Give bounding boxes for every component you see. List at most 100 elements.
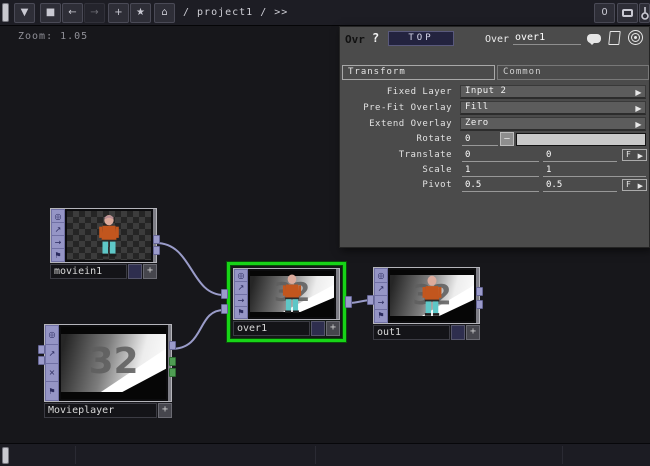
node-color-button[interactable] (128, 264, 142, 279)
bypass-flag-icon[interactable]: ⚑ (51, 248, 65, 262)
node-namebar: over1 + (233, 321, 340, 336)
translate-field-mode-button[interactable]: F ▶ (622, 149, 647, 161)
scale-y-field[interactable]: 1 (543, 164, 646, 177)
param-row-prefit-overlay: Pre-Fit Overlay Fill ▶ (340, 101, 650, 115)
render-flag-icon[interactable]: → (374, 295, 388, 309)
wire-movieplayer-over1[interactable] (170, 309, 225, 350)
menu-arrow-icon: ▶ (635, 104, 642, 113)
node-name[interactable]: out1 (373, 325, 450, 340)
viewer-flag-icon[interactable]: ◎ (51, 209, 65, 222)
plus-icon: + (469, 326, 477, 337)
pivot-y-field[interactable]: 0.5 (543, 179, 617, 192)
input-connector[interactable] (38, 356, 45, 365)
op-name-field[interactable]: over1 (513, 32, 581, 45)
home-icon: ⌂ (161, 7, 168, 18)
node-over1[interactable]: ◎ ↗ → ⚑ 32 (233, 268, 340, 336)
plus-icon: + (161, 404, 169, 415)
flag-icon[interactable]: ⚑ (45, 381, 59, 401)
viewer-flag-icon[interactable]: ◎ (374, 268, 388, 282)
tab-transform[interactable]: Transform (342, 65, 495, 80)
node-out1[interactable]: ◎ ↗ → ⚑ 32 (367, 267, 483, 340)
output-connector-dat[interactable] (169, 368, 176, 377)
letterbox-bar (61, 392, 166, 399)
viewer-flag-icon[interactable]: ◎ (234, 269, 248, 282)
translate-x-field[interactable]: 0 (462, 149, 539, 162)
translate-y-field[interactable]: 0 (543, 149, 617, 162)
toolbar-drag-handle[interactable] (2, 3, 9, 22)
node-expand-button[interactable]: + (158, 403, 172, 418)
node-expand-button[interactable]: + (326, 321, 340, 336)
output-connector[interactable] (153, 235, 160, 244)
render-flag-icon[interactable]: → (234, 293, 248, 306)
node-name[interactable]: moviein1 (50, 264, 127, 279)
bookmark-button[interactable]: ★ (130, 3, 151, 23)
display-flag-icon[interactable]: ↗ (51, 222, 65, 235)
application-window: ▼ ■ ← → + ★ ⌂ / project1 / >> 0 Zoom: 1.… (0, 0, 650, 466)
extend-overlay-menu[interactable]: Zero ▶ (460, 117, 646, 131)
node-namebar: moviein1 + (50, 264, 157, 279)
language-target-icon[interactable] (628, 30, 643, 45)
node-name[interactable]: Movieplayer (44, 403, 157, 418)
perform-mode-button[interactable] (617, 3, 638, 23)
param-label: Pre-Fit Overlay (363, 103, 452, 113)
dropdown-menu-button[interactable]: ▼ (14, 3, 35, 23)
output-connector[interactable] (345, 296, 352, 308)
param-row-translate: Translate 0 0 F ▶ (340, 148, 650, 162)
output-connector[interactable] (169, 341, 176, 350)
bypass-flag-icon[interactable]: × (45, 362, 59, 382)
node-flags: ◎ ↗ → ⚑ (374, 268, 388, 323)
display-flag-icon[interactable]: ↗ (45, 343, 59, 363)
back-button[interactable]: ← (62, 3, 83, 23)
stop-button[interactable]: ■ (40, 3, 61, 23)
node-moviein1[interactable]: ◎ ↗ → ⚑ moviein1 + (50, 208, 160, 279)
home-button[interactable]: ⌂ (154, 3, 175, 23)
wire-moviein1-over1[interactable] (155, 242, 225, 296)
node-color-button[interactable] (311, 321, 325, 336)
breadcrumb[interactable]: / project1 / >> (183, 7, 288, 18)
node-expand-button[interactable]: + (143, 264, 157, 279)
prefit-overlay-menu[interactable]: Fill ▶ (460, 101, 646, 115)
bypass-flag-icon[interactable]: ⚑ (234, 305, 248, 319)
scale-x-field[interactable]: 1 (462, 164, 539, 177)
pin-icon (640, 7, 649, 20)
rotate-value-field[interactable]: 0 (462, 133, 498, 146)
pin-button[interactable] (639, 3, 650, 23)
rotate-slider-handle[interactable]: – (500, 132, 514, 146)
display-flag-icon[interactable]: ↗ (374, 281, 388, 295)
node-thumbnail (65, 209, 153, 262)
display-flag-icon[interactable]: ↗ (234, 281, 248, 294)
comment-icon[interactable] (587, 34, 601, 45)
pivot-field-mode-button[interactable]: F ▶ (622, 179, 647, 191)
op-family-button[interactable]: TOP (388, 31, 454, 46)
counter-button[interactable]: 0 (594, 3, 615, 23)
viewer-flag-icon[interactable]: ◎ (45, 325, 59, 344)
bypass-flag-icon[interactable]: ⚑ (374, 308, 388, 323)
rotate-slider-track[interactable] (516, 133, 646, 146)
add-button[interactable]: + (108, 3, 129, 23)
input-connector[interactable] (221, 304, 228, 314)
fixed-layer-menu[interactable]: Input 2 ▶ (460, 85, 646, 99)
letterbox-bar (61, 327, 166, 334)
input-connector[interactable] (221, 289, 228, 299)
plus-icon: + (329, 322, 337, 333)
toolbar-drag-handle[interactable] (2, 447, 9, 464)
node-expand-button[interactable]: + (466, 325, 480, 340)
plus-icon: + (114, 7, 123, 18)
output-connector-dat[interactable] (169, 357, 176, 366)
output-connector[interactable] (476, 287, 483, 296)
input-connector[interactable] (38, 345, 45, 354)
output-connector[interactable] (476, 300, 483, 309)
tab-common[interactable]: Common (497, 65, 649, 80)
input-connector[interactable] (367, 295, 374, 305)
render-flag-icon[interactable]: → (51, 235, 65, 248)
divider (75, 446, 76, 464)
output-connector[interactable] (153, 246, 160, 255)
help-button[interactable]: ? (372, 31, 379, 45)
node-name[interactable]: over1 (233, 321, 310, 336)
node-color-button[interactable] (451, 325, 465, 340)
pivot-x-field[interactable]: 0.5 (462, 179, 539, 192)
copy-parameters-icon[interactable] (608, 31, 621, 45)
node-flags: ◎ ↗ × ⚑ (45, 325, 59, 401)
node-movieplayer[interactable]: ◎ ↗ × ⚑ 32 Movieplayer + (38, 324, 176, 418)
forward-button[interactable]: → (84, 3, 105, 23)
